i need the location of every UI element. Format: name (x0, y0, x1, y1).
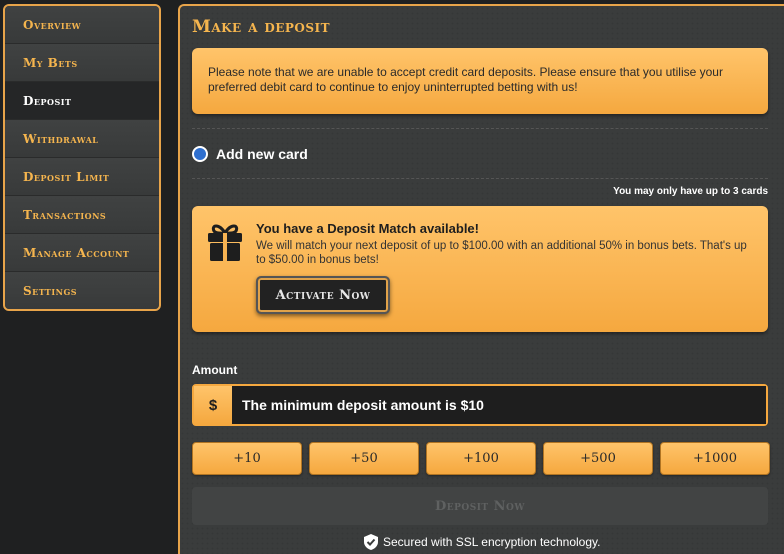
shield-check-icon (364, 534, 378, 550)
add-card-radio[interactable] (192, 146, 208, 162)
activate-now-button[interactable]: Activate Now (256, 276, 390, 314)
sidebar-item-deposit-limit[interactable]: Deposit Limit (5, 158, 159, 196)
page-title: Make a deposit (192, 17, 331, 37)
card-limit-note: You may only have up to 3 cards (613, 186, 768, 197)
quick-amount-500-button[interactable]: +500 (543, 442, 653, 475)
quick-amount-1000-button[interactable]: +1000 (660, 442, 770, 475)
add-new-card-option[interactable]: Add new card (192, 146, 308, 162)
gift-icon (208, 224, 242, 261)
deposit-match-banner: You have a Deposit Match available! We w… (192, 206, 768, 332)
deposit-match-title: You have a Deposit Match available! (256, 221, 479, 236)
sidebar-item-withdrawal[interactable]: Withdrawal (5, 120, 159, 158)
amount-input[interactable] (232, 386, 766, 424)
account-sidebar: Overview My Bets Deposit Withdrawal Depo… (3, 4, 161, 311)
credit-card-notice: Please note that we are unable to accept… (192, 48, 768, 114)
quick-amount-50-button[interactable]: +50 (309, 442, 419, 475)
deposit-now-button[interactable]: Deposit Now (192, 487, 768, 525)
quick-amount-100-button[interactable]: +100 (426, 442, 536, 475)
divider (192, 128, 768, 129)
sidebar-item-deposit[interactable]: Deposit (5, 82, 159, 120)
ssl-notice: Secured with SSL encryption technology. (364, 534, 600, 550)
amount-label: Amount (192, 363, 238, 377)
deposit-panel: Make a deposit Please note that we are u… (178, 4, 784, 554)
divider (192, 178, 768, 179)
sidebar-item-manage-account[interactable]: Manage Account (5, 234, 159, 272)
ssl-text: Secured with SSL encryption technology. (383, 535, 601, 549)
sidebar-item-transactions[interactable]: Transactions (5, 196, 159, 234)
sidebar-item-overview[interactable]: Overview (5, 6, 159, 44)
amount-field: $ (192, 384, 768, 426)
add-card-label: Add new card (216, 146, 308, 162)
currency-symbol: $ (194, 386, 232, 424)
quick-amount-buttons: +10 +50 +100 +500 +1000 (192, 442, 770, 475)
deposit-match-text: We will match your next deposit of up to… (256, 240, 747, 266)
quick-amount-10-button[interactable]: +10 (192, 442, 302, 475)
sidebar-item-settings[interactable]: Settings (5, 272, 159, 309)
sidebar-item-my-bets[interactable]: My Bets (5, 44, 159, 82)
